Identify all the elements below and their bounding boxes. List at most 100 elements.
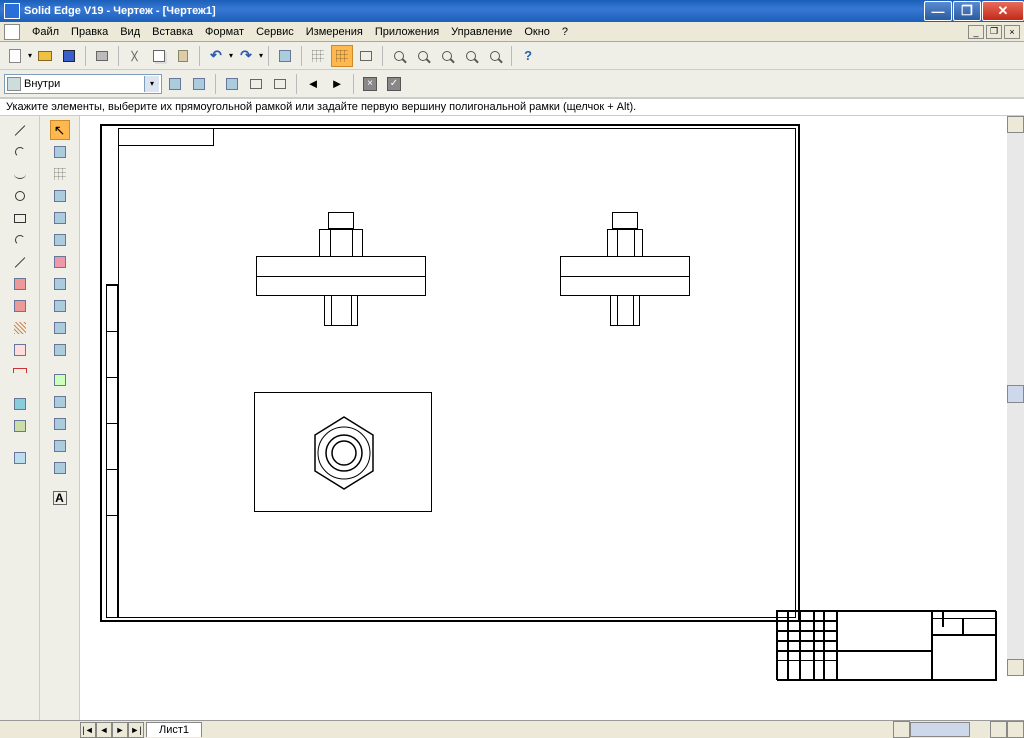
circle-tool[interactable] [10,186,30,206]
undo-button[interactable]: ↶ [205,45,227,67]
select-tool[interactable]: ↖ [50,120,70,140]
rotate-tool[interactable] [50,318,70,338]
zoom-fit-button[interactable] [436,45,458,67]
scroll-down-button[interactable] [1007,659,1024,676]
fillet-tool[interactable] [10,230,30,250]
window-maximize-button[interactable]: ❐ [953,1,981,21]
new-button[interactable] [4,45,26,67]
trim-tool[interactable] [50,186,70,206]
hscroll-left-button[interactable] [893,721,910,738]
redo-dropdown[interactable]: ▾ [259,51,263,60]
smartselect-tool[interactable] [50,142,70,162]
tangent-tool[interactable] [50,414,70,434]
vertical-scrollbar[interactable] [1007,116,1024,676]
menu-view[interactable]: Вид [114,24,146,40]
chamfer-tool[interactable] [10,252,30,272]
mirror-edit-tool[interactable] [50,274,70,294]
relation-icon [54,256,66,268]
horizontal-tool[interactable] [50,392,70,412]
dimension-tool[interactable] [10,362,30,382]
mdi-minimize-button[interactable]: _ [968,25,984,39]
arc-tool[interactable] [10,142,30,162]
sketch-icon [279,50,291,62]
cut-button[interactable] [124,45,146,67]
relation-tool[interactable] [50,252,70,272]
menu-insert[interactable]: Вставка [146,24,199,40]
menu-tools[interactable]: Сервис [250,24,300,40]
offset-tool[interactable] [10,274,30,294]
menu-measure[interactable]: Измерения [300,24,369,40]
zoom-button[interactable] [412,45,434,67]
selection-filter-combo[interactable]: Внутри ▾ [4,74,162,94]
curve-tool[interactable] [10,164,30,184]
menu-edit[interactable]: Правка [65,24,114,40]
menu-apps[interactable]: Приложения [369,24,445,40]
highlight-button[interactable] [221,73,243,95]
zoom-area-icon [394,51,404,61]
help-button[interactable]: ? [517,45,539,67]
main-toolbar: ▾ ↶ ▾ ↷ ▾ ? [0,42,1024,70]
align-button[interactable] [355,45,377,67]
layer-button-1[interactable] [164,73,186,95]
zoom-prev-button[interactable] [484,45,506,67]
perpendicular-tool[interactable] [50,436,70,456]
control-menu-icon[interactable] [4,24,20,40]
zoom-area-button[interactable] [388,45,410,67]
copy-button[interactable] [148,45,170,67]
scale-tool[interactable] [50,296,70,316]
select-overlap-button[interactable] [269,73,291,95]
hscroll-right-button[interactable] [990,721,1007,738]
menu-format[interactable]: Формат [199,24,250,40]
sketch-button[interactable] [274,45,296,67]
rectangle-tool[interactable] [10,208,30,228]
connect-tool[interactable] [50,370,70,390]
move-tool[interactable] [10,416,30,436]
window-minimize-button[interactable]: — [924,1,952,21]
split-tool[interactable] [50,230,70,250]
redo-button[interactable]: ↷ [235,45,257,67]
scroll-thumb-v[interactable] [1007,385,1024,403]
extend-tool[interactable] [50,208,70,228]
scroll-up-button[interactable] [1007,116,1024,133]
point-tool[interactable] [10,340,30,360]
menu-window[interactable]: Окно [518,24,556,40]
drawing-view-tool[interactable] [10,394,30,414]
menu-manage[interactable]: Управление [445,24,518,40]
symmetric-tool[interactable] [10,296,30,316]
sheet-nav-first[interactable]: |◄ [80,722,96,738]
layers-icon [14,452,26,464]
text-tool[interactable]: A [50,488,70,508]
paste-button[interactable] [172,45,194,67]
menu-file[interactable]: Файл [26,24,65,40]
undo-dropdown[interactable]: ▾ [229,51,233,60]
prev-button[interactable]: ◄ [302,73,324,95]
sheet-nav-prev[interactable]: ◄ [96,722,112,738]
select-inside-button[interactable] [245,73,267,95]
stretch-tool[interactable] [50,340,70,360]
scroll-thumb-h[interactable] [910,722,970,737]
hatch-tool[interactable] [10,318,30,338]
sheet-tab[interactable]: Лист1 [146,722,202,737]
mdi-close-button[interactable]: × [1004,25,1020,39]
sheet-nav-next[interactable]: ► [112,722,128,738]
sheet-nav-last[interactable]: ►| [128,722,144,738]
open-button[interactable] [34,45,56,67]
layer-button-2[interactable] [188,73,210,95]
next-button[interactable]: ► [326,73,348,95]
mdi-restore-button[interactable]: ❐ [986,25,1002,39]
grid-button[interactable] [307,45,329,67]
line-tool[interactable] [10,120,30,140]
snap-button[interactable] [331,45,353,67]
window-close-button[interactable]: ✕ [982,1,1024,21]
pan-button[interactable] [460,45,482,67]
save-button[interactable] [58,45,80,67]
print-button[interactable] [91,45,113,67]
layers-tool[interactable] [10,448,30,468]
drawing-canvas[interactable] [80,116,1024,720]
grid-edit-tool[interactable] [50,164,70,184]
equal-tool[interactable] [50,458,70,478]
menu-help[interactable]: ? [556,24,574,40]
dropdown-icon[interactable]: ▾ [28,51,32,60]
accept-button[interactable]: ✓ [383,73,405,95]
cancel-button[interactable]: × [359,73,381,95]
